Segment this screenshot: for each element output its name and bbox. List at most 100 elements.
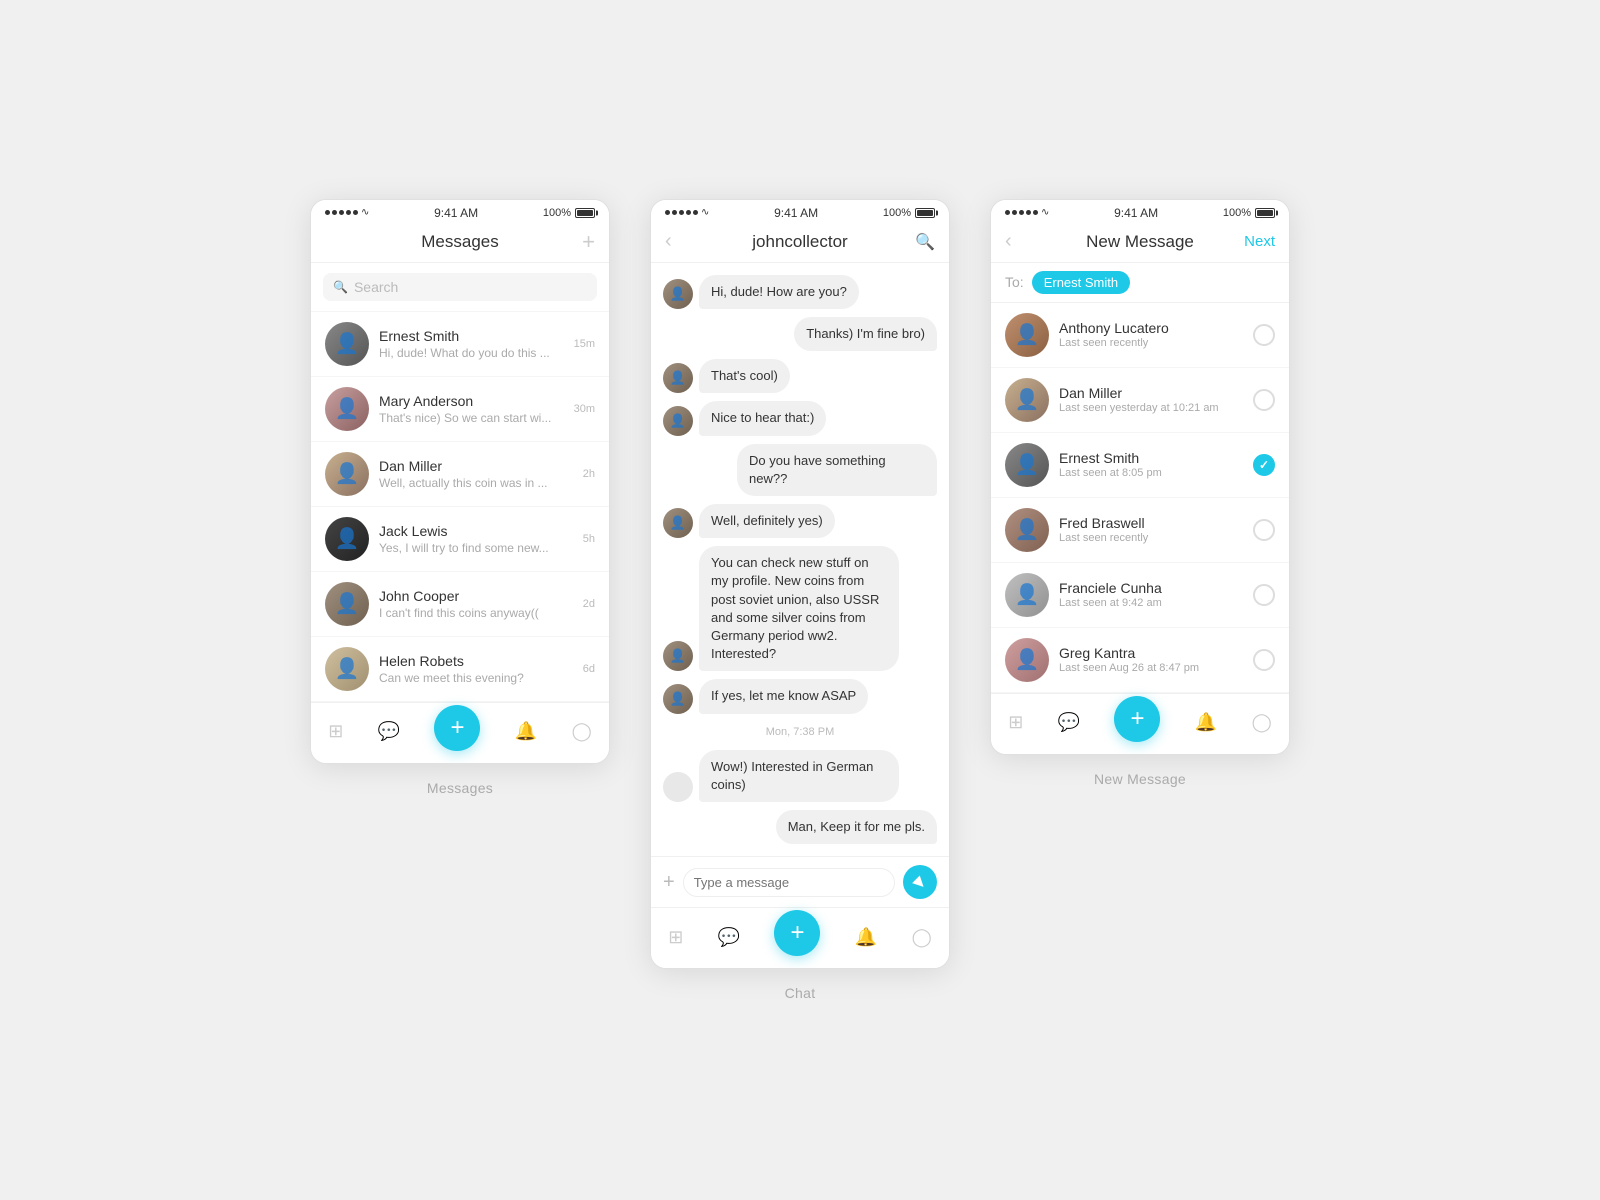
contact-info: Dan Miller Last seen yesterday at 10:21 … <box>1059 385 1243 414</box>
search-box[interactable]: 🔍 Search <box>323 273 597 301</box>
status-bar: ∿ 9:41 AM 100% <box>311 200 609 224</box>
chat-bubble-row-left: 👤 If yes, let me know ASAP <box>663 679 937 713</box>
header-title: johncollector <box>752 232 847 252</box>
contact-info: Ernest Smith Last seen at 8:05 pm <box>1059 450 1243 479</box>
next-button[interactable]: Next <box>1244 233 1275 250</box>
avatar-glyph: 👤 <box>1015 520 1040 540</box>
message-name: Jack Lewis <box>379 523 573 539</box>
to-chip[interactable]: Ernest Smith <box>1032 271 1130 294</box>
avatar-glyph: 👤 <box>1015 390 1040 410</box>
status-left: ∿ <box>325 207 369 218</box>
contact-radio[interactable] <box>1253 649 1275 671</box>
back-button[interactable]: ‹ <box>1005 230 1012 253</box>
avatar: 👤 <box>325 387 369 431</box>
message-item[interactable]: 👤 Mary Anderson That's nice) So we can s… <box>311 377 609 442</box>
chat-avatar: 👤 <box>663 684 693 714</box>
battery-percent: 100% <box>1223 207 1251 219</box>
message-time: 15m <box>574 338 595 350</box>
avatar: 👤 <box>325 322 369 366</box>
message-name: Dan Miller <box>379 458 573 474</box>
nav-chat-icon[interactable]: 💬 <box>1058 712 1080 733</box>
contact-name: Anthony Lucatero <box>1059 320 1243 336</box>
attach-button[interactable]: + <box>663 871 675 894</box>
chat-bubble-row-left: 👤 That's cool) <box>663 359 937 393</box>
search-button[interactable]: 🔍 <box>915 232 935 252</box>
contact-radio[interactable] <box>1253 454 1275 476</box>
message-item[interactable]: 👤 John Cooper I can't find this coins an… <box>311 572 609 637</box>
status-left: ∿ <box>1005 207 1049 218</box>
chat-bubble-row-right: Do you have something new?? <box>663 444 937 496</box>
header-plus-button[interactable]: + <box>582 229 595 255</box>
bottom-nav: ⊞ 💬 + 🔔 ◯ <box>991 693 1289 754</box>
nav-grid-icon[interactable]: ⊞ <box>1008 712 1023 733</box>
nav-grid-icon[interactable]: ⊞ <box>668 927 683 948</box>
contact-status: Last seen recently <box>1059 532 1243 544</box>
signal-dot <box>665 210 670 215</box>
contact-radio[interactable] <box>1253 324 1275 346</box>
avatar: 👤 <box>325 452 369 496</box>
nav-person-icon[interactable]: ◯ <box>572 721 592 742</box>
message-time: 6d <box>583 663 595 675</box>
screen-messages-wrapper: ∿ 9:41 AM 100% Messages + 🔍 Search <box>310 199 610 796</box>
message-meta: 5h <box>583 533 595 545</box>
message-item[interactable]: 👤 Ernest Smith Hi, dude! What do you do … <box>311 312 609 377</box>
wifi-icon: ∿ <box>361 207 369 218</box>
contact-name: Franciele Cunha <box>1059 580 1243 596</box>
phone-new-message: ∿ 9:41 AM 100% ‹ New Message Next To: Er… <box>990 199 1290 755</box>
message-preview: Well, actually this coin was in ... <box>379 476 573 490</box>
to-label: To: <box>1005 274 1024 290</box>
contact-name: Dan Miller <box>1059 385 1243 401</box>
nav-chat-icon[interactable]: 💬 <box>718 927 740 948</box>
nav-grid-icon[interactable]: ⊞ <box>328 721 343 742</box>
contact-status: Last seen Aug 26 at 8:47 pm <box>1059 662 1243 674</box>
chat-bubble: Thanks) I'm fine bro) <box>794 317 937 351</box>
nav-person-icon[interactable]: ◯ <box>912 927 932 948</box>
status-right: 100% <box>883 207 935 219</box>
nav-bell-icon[interactable]: 🔔 <box>1195 712 1217 733</box>
signal-dot <box>686 210 691 215</box>
contact-radio[interactable] <box>1253 389 1275 411</box>
message-list: 👤 Ernest Smith Hi, dude! What do you do … <box>311 312 609 702</box>
back-button[interactable]: ‹ <box>665 230 672 253</box>
signal-dot <box>325 210 330 215</box>
screen-label: New Message <box>1094 771 1186 787</box>
contact-item[interactable]: 👤 Dan Miller Last seen yesterday at 10:2… <box>991 368 1289 433</box>
message-item[interactable]: 👤 Dan Miller Well, actually this coin wa… <box>311 442 609 507</box>
chat-avatar: 👤 <box>663 279 693 309</box>
nav-bell-icon[interactable]: 🔔 <box>515 721 537 742</box>
nav-bell-icon[interactable]: 🔔 <box>855 927 877 948</box>
contact-item[interactable]: 👤 Franciele Cunha Last seen at 9:42 am <box>991 563 1289 628</box>
contact-info: Greg Kantra Last seen Aug 26 at 8:47 pm <box>1059 645 1243 674</box>
signal-dot <box>1012 210 1017 215</box>
nav-plus-button[interactable]: + <box>434 705 480 751</box>
avatar-glyph: 👤 <box>1015 455 1040 475</box>
avatar-glyph: 👤 <box>335 594 360 614</box>
message-name: John Cooper <box>379 588 573 604</box>
contact-radio[interactable] <box>1253 519 1275 541</box>
send-button[interactable]: ▶ <box>903 865 937 899</box>
nav-plus-button[interactable]: + <box>774 910 820 956</box>
contact-item[interactable]: 👤 Anthony Lucatero Last seen recently <box>991 303 1289 368</box>
contact-item[interactable]: 👤 Fred Braswell Last seen recently <box>991 498 1289 563</box>
nav-person-icon[interactable]: ◯ <box>1252 712 1272 733</box>
message-meta: 30m <box>574 403 595 415</box>
message-item[interactable]: 👤 Jack Lewis Yes, I will try to find som… <box>311 507 609 572</box>
nav-chat-icon[interactable]: 💬 <box>378 721 400 742</box>
signal-dot <box>1005 210 1010 215</box>
wifi-icon: ∿ <box>701 207 709 218</box>
status-time: 9:41 AM <box>1114 206 1158 220</box>
avatar: 👤 <box>325 647 369 691</box>
message-item[interactable]: 👤 Helen Robets Can we meet this evening?… <box>311 637 609 702</box>
avatar: 👤 <box>1005 313 1049 357</box>
nav-plus-button[interactable]: + <box>1114 696 1160 742</box>
message-input[interactable] <box>683 868 895 897</box>
message-preview: Yes, I will try to find some new... <box>379 541 573 555</box>
chat-bubble: Hi, dude! How are you? <box>699 275 859 309</box>
message-time: 2d <box>583 598 595 610</box>
contact-item[interactable]: 👤 Ernest Smith Last seen at 8:05 pm <box>991 433 1289 498</box>
contact-radio[interactable] <box>1253 584 1275 606</box>
avatar-glyph: 👤 <box>335 464 360 484</box>
contact-item[interactable]: 👤 Greg Kantra Last seen Aug 26 at 8:47 p… <box>991 628 1289 693</box>
battery-fill <box>1257 210 1273 216</box>
message-content: Dan Miller Well, actually this coin was … <box>379 458 573 490</box>
